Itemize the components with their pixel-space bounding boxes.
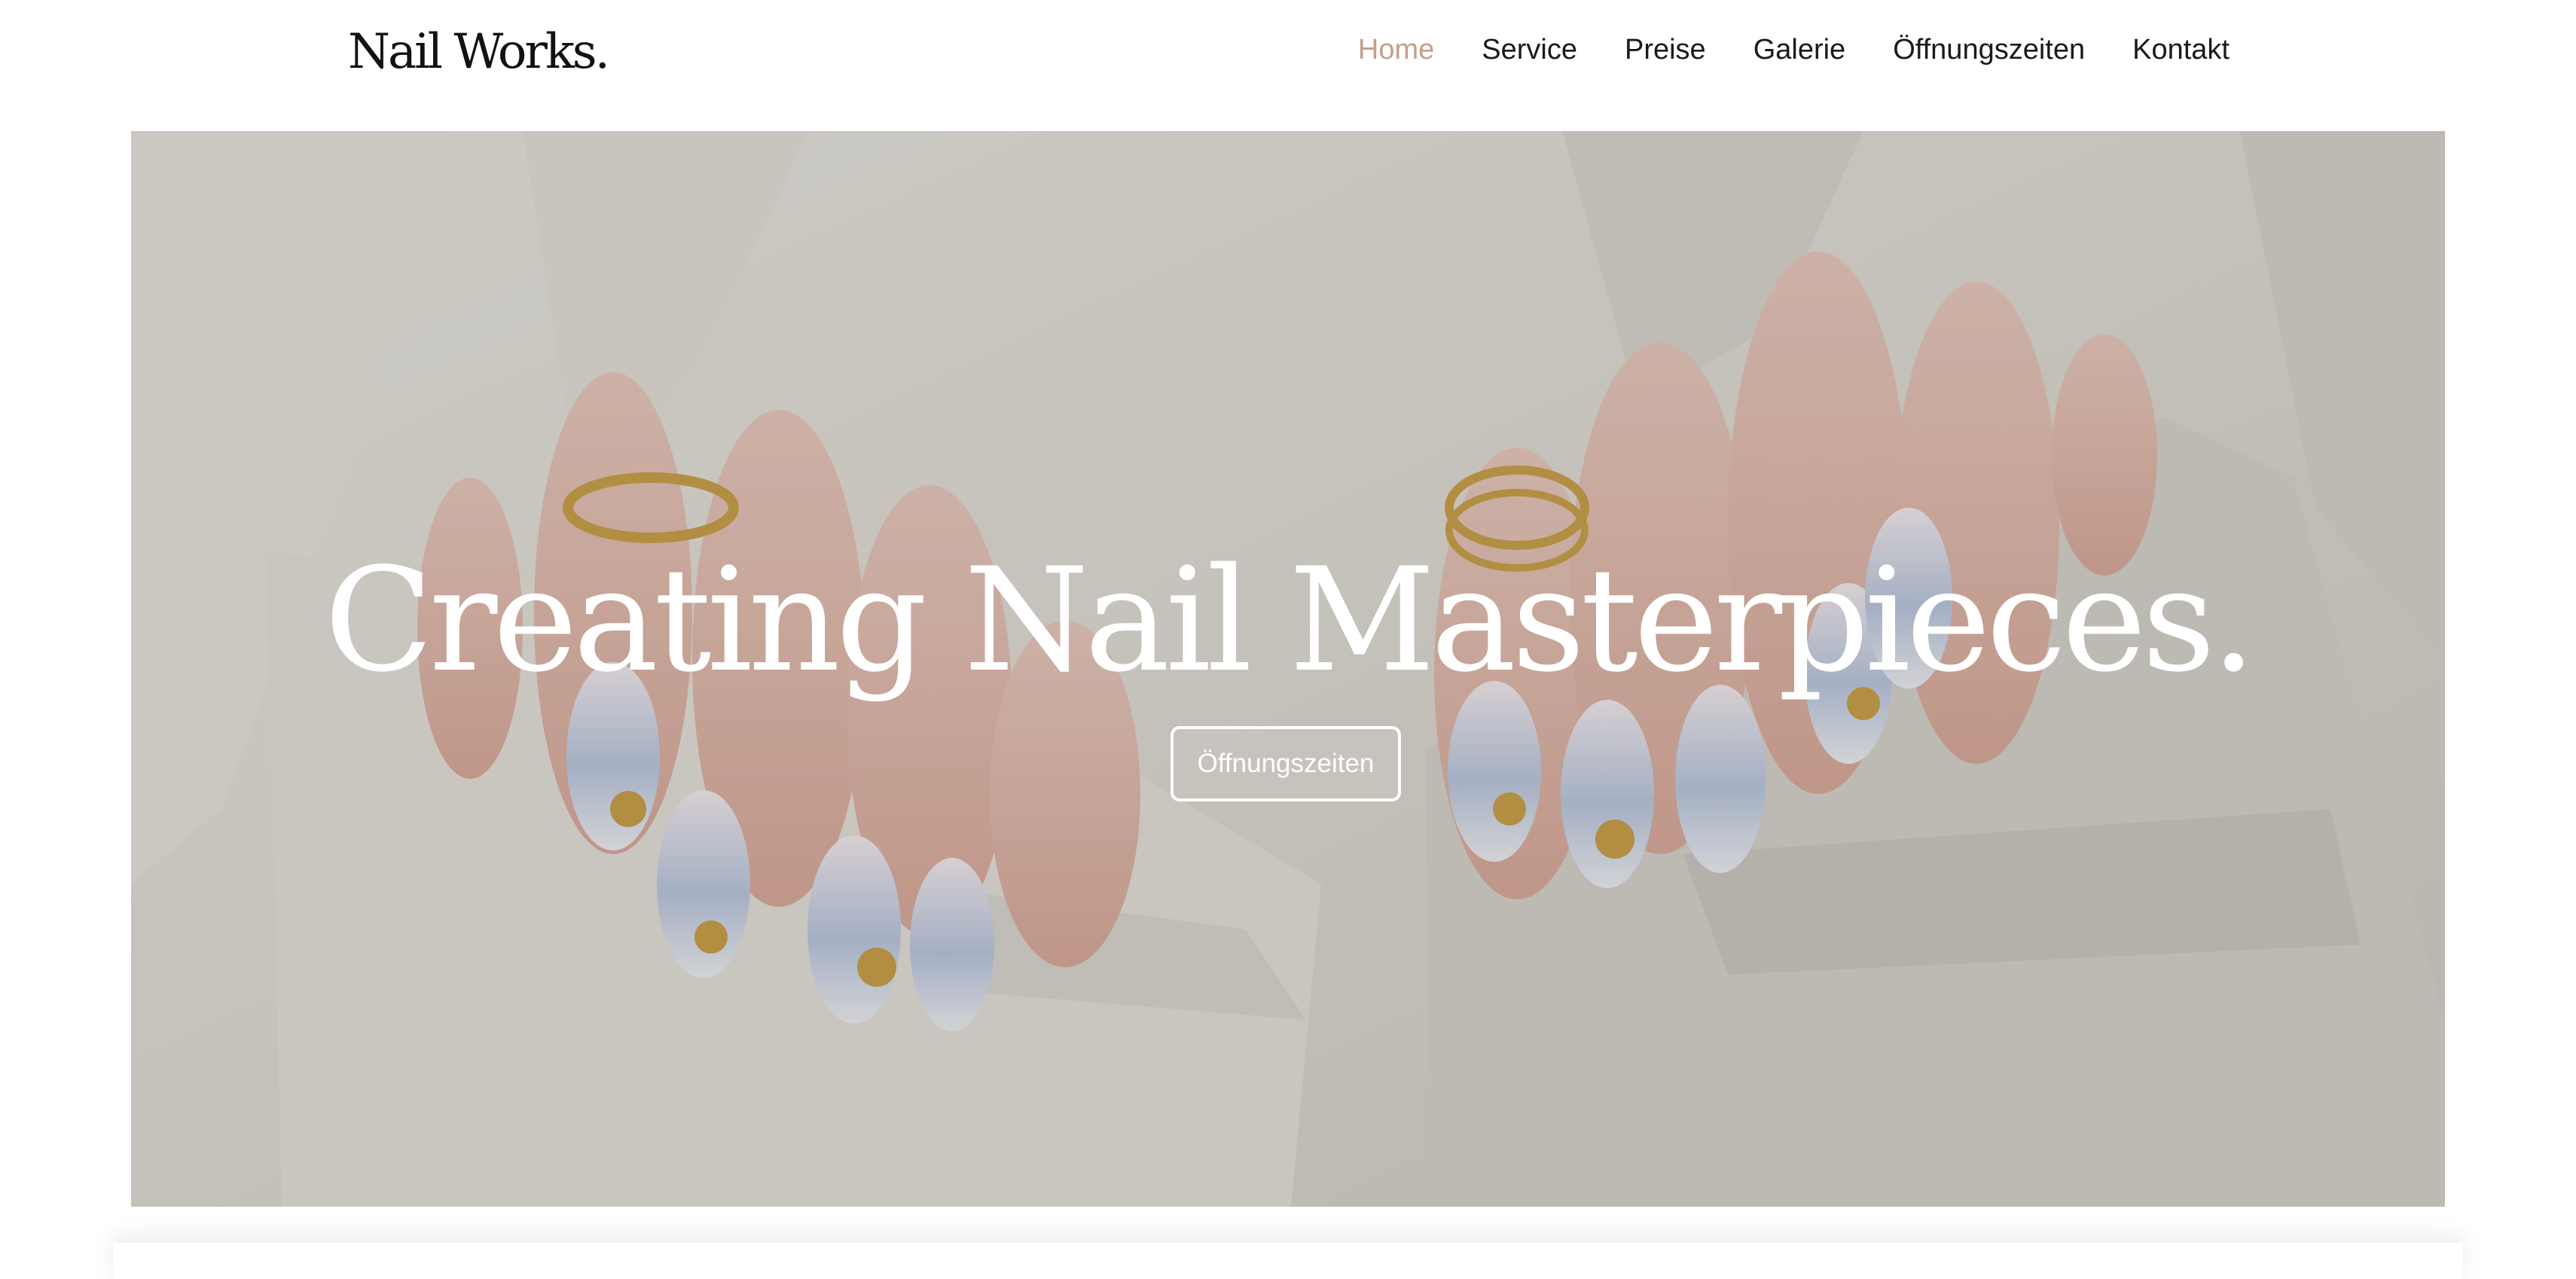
hero-section: Creating Nail Masterpieces. Öffnungszeit… <box>131 131 2445 1207</box>
nav-item-galerie[interactable]: Galerie <box>1753 30 1846 69</box>
nav-item-kontakt[interactable]: Kontakt <box>2132 30 2230 69</box>
main-navigation: Home Service Preise Galerie Öffnungszeit… <box>1358 30 2230 69</box>
content-card <box>113 1243 2463 1279</box>
site-header: Nail Works. Home Service Preise Galerie … <box>0 0 2576 131</box>
nav-item-preise[interactable]: Preise <box>1625 30 1706 69</box>
hero-title: Creating Nail Masterpieces. <box>324 537 2256 704</box>
site-logo[interactable]: Nail Works. <box>348 18 610 86</box>
nav-item-oeffnungszeiten[interactable]: Öffnungszeiten <box>1893 30 2085 69</box>
nav-item-service[interactable]: Service <box>1482 30 1577 69</box>
opening-hours-button[interactable]: Öffnungszeiten <box>1170 726 1401 801</box>
nav-item-home[interactable]: Home <box>1358 30 1434 69</box>
